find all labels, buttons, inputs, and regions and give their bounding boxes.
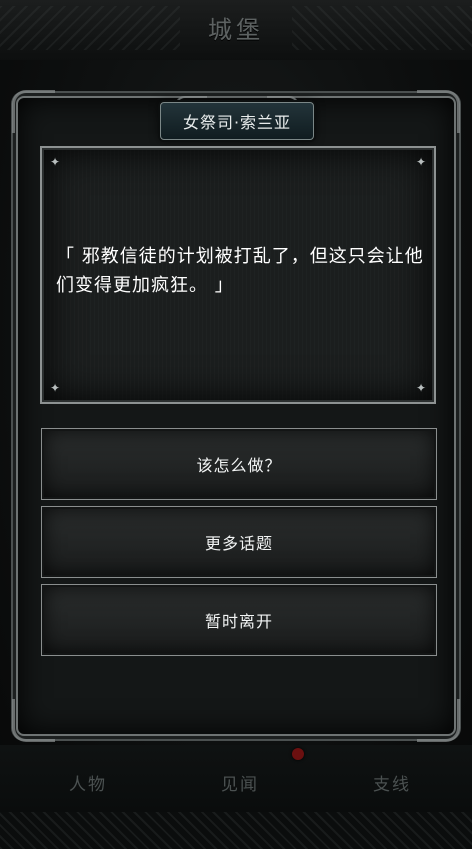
nav-tab-side-quests[interactable]: 支线 <box>332 765 452 799</box>
notification-badge <box>292 748 304 760</box>
bottom-ornament <box>0 812 472 849</box>
option-label: 该怎么做？ <box>196 456 282 475</box>
dialogue-box: ✦ ✦ ✦ ✦ 「 邪教信徒的计划被打乱了，但这只会让他们变得更加疯狂。 」 <box>40 146 436 404</box>
frame-ornament <box>417 699 460 742</box>
sparkle-icon: ✦ <box>50 381 61 395</box>
speaker-name-plate: 女祭司·索兰亚 <box>160 102 314 140</box>
sparkle-icon: ✦ <box>50 155 61 169</box>
location-title: 城堡 <box>208 16 264 44</box>
frame-ornament <box>417 90 460 133</box>
option-button-what-to-do[interactable]: 该怎么做？ <box>41 428 437 500</box>
top-banner: 城堡 <box>0 0 472 60</box>
nav-tab-journal[interactable]: 见闻 <box>180 765 300 799</box>
sparkle-icon: ✦ <box>415 381 426 395</box>
game-screen: 城堡 女祭司·索兰亚 ✦ ✦ ✦ ✦ 「 邪教信徒的计划被打乱了，但这只会让他们… <box>0 0 472 849</box>
frame-ornament <box>12 90 55 133</box>
option-label: 暂时离开 <box>204 612 273 631</box>
option-label: 更多话题 <box>204 534 273 553</box>
frame-ornament <box>12 699 55 742</box>
nav-tab-characters[interactable]: 人物 <box>28 765 148 799</box>
option-button-leave[interactable]: 暂时离开 <box>41 584 437 656</box>
option-button-more-topics[interactable]: 更多话题 <box>41 506 437 578</box>
sparkle-icon: ✦ <box>415 155 426 169</box>
dialogue-text: 「 邪教信徒的计划被打乱了，但这只会让他们变得更加疯狂。 」 <box>56 246 424 296</box>
speaker-name: 女祭司·索兰亚 <box>182 113 292 132</box>
